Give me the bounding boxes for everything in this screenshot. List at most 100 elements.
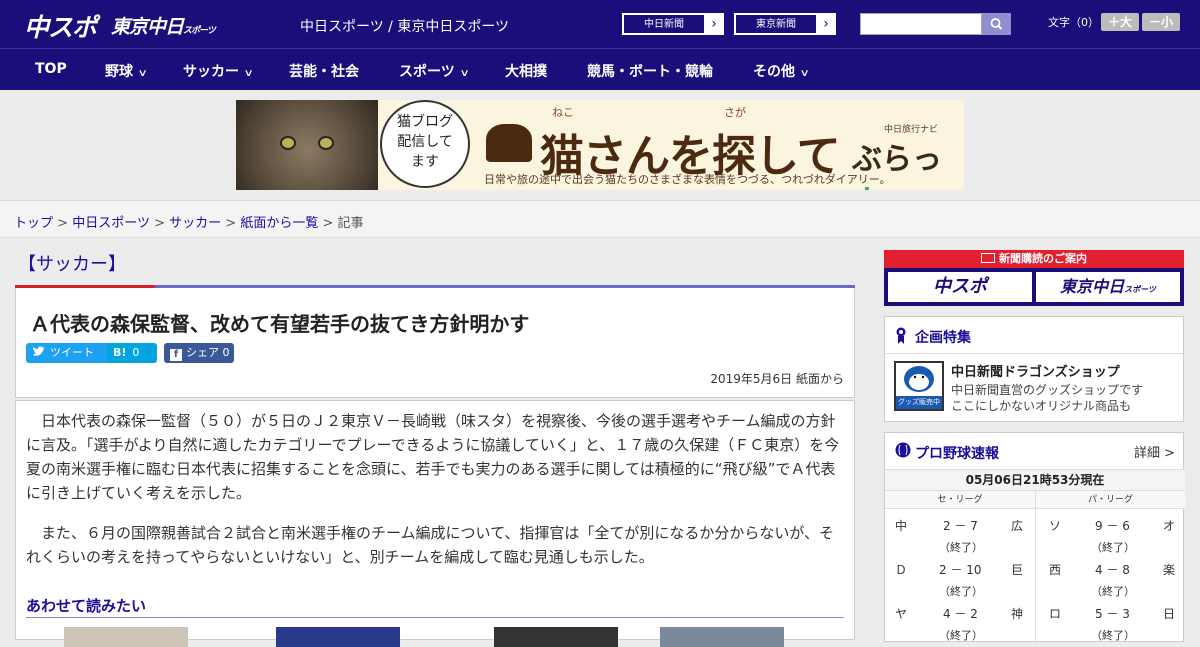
chevron-down-icon: ∨ [243,68,254,79]
chunichi-shimbun-label: 中日新聞 [623,14,705,34]
subscribe-tokyo-chunichi-logo-text: 東京中日 [1060,277,1125,296]
feature-box: 企画特集 グッズ販売中 中日新聞ドラゴンズショップ 中日新聞直営のグッズショップ… [884,316,1184,422]
team-name: 広 [1011,519,1024,533]
breadcrumb: トップ > 中日スポーツ > サッカー > 紙面から一覧 > 記事 [0,200,1200,238]
related-divider [26,617,844,618]
subscribe-tokyo-chunichi-logo[interactable]: 東京中日スポーツ [1036,272,1180,302]
subscription-box[interactable]: 新聞購読のご案内 中スポ 東京中日スポーツ [884,250,1184,306]
speech-bubble: 猫ブログ 配信して ます [380,100,470,188]
ruby-saga: さが [724,106,746,119]
shop-description-line: ここにしかないオリジナル商品も [951,399,1132,413]
tokyo-chunichi-logo[interactable]: 東京中日スポーツ [111,12,216,39]
nav-item-soccer[interactable]: サッカー ∨ [183,61,254,81]
breadcrumb-separator: > [57,216,69,231]
tokyo-shimbun-link[interactable]: 東京新聞 › [734,13,836,35]
nav-item-baseball[interactable]: 野球 ∨ [105,61,148,81]
pacific-league-header: パ・リーグ [1035,491,1185,509]
subscription-header: 新聞購読のご案内 [884,250,1184,268]
game-score[interactable]: 4 － 8 [1095,561,1130,578]
shop-description-line: 中日新聞直営のグッズショップです [951,383,1144,397]
nav-item-racing[interactable]: 競馬・ボート・競輪 [587,61,713,81]
central-league-header: セ・リーグ [885,491,1035,509]
chevron-right-icon: › [711,16,717,32]
related-thumbnail[interactable] [660,627,784,647]
baseball-more-link[interactable]: 詳細 > [1134,442,1175,461]
tweet-button[interactable]: ツイート [26,343,117,363]
baseball-icon [895,442,911,458]
dragons-shop-description: 中日新聞直営のグッズショップです ここにしかないオリジナル商品も [951,382,1143,414]
tweet-label: ツイート [50,346,94,359]
tokyo-chunichi-logo-small: スポーツ [183,26,216,36]
chevron-down-icon: ∨ [459,68,470,79]
article-header: Ａ代表の森保監督、改めて有望若手の抜てき方針明かす ツイート B! 0 f シェア … [15,288,855,398]
nav-item-label: 大相撲 [505,64,547,80]
article-body: 日本代表の森保一監督（５０）が５日のＪ２東京Ｖ－長崎戦（味スタ）を視察後、今後の… [15,400,855,647]
team-name: ロ [1049,607,1062,621]
search-icon [990,18,1003,30]
team-name: 楽 [1163,563,1176,577]
ruby-neko: ねこ [552,106,574,119]
twitter-icon [33,346,45,356]
breadcrumb-chuspo[interactable]: 中日スポーツ [72,216,150,231]
cat-eye-right [318,136,334,150]
facebook-share-button[interactable]: f シェア 0 [164,343,234,363]
nav-item-label: 競馬・ボート・競輪 [587,64,713,80]
team-name: ソ [1049,519,1062,533]
main-nav: TOP 野球 ∨ サッカー ∨ 芸能・社会 スポーツ ∨ 大相撲 競馬・ボート・競輪 … [0,48,1200,90]
ribbon-icon [896,327,906,344]
site-name: 中日スポーツ / 東京中日スポーツ [300,19,510,35]
newspaper-icon [981,253,995,263]
team-name: 中 [895,519,908,533]
related-thumbnail[interactable] [64,627,188,647]
team-name: 巨 [1011,563,1024,577]
game-status: （終了） [1091,541,1135,554]
hatena-icon: B! [113,346,127,359]
nav-item-sports[interactable]: スポーツ ∨ [399,61,470,81]
breadcrumb-top[interactable]: トップ [14,216,53,231]
chuspo-logo[interactable]: 中スポ [24,8,97,44]
game-score[interactable]: 9 － 6 [1095,517,1130,534]
nav-item-label: その他 [753,64,795,80]
tokyo-chunichi-logo-text: 東京中日 [111,16,184,38]
breadcrumb-soccer[interactable]: サッカー [169,216,221,231]
font-smaller-button[interactable]: －小 [1142,13,1180,31]
related-thumbnail[interactable] [276,627,400,647]
nav-item-label: 野球 [105,64,133,80]
search-button[interactable] [982,13,1011,35]
game-score[interactable]: 2 － 7 [943,517,978,534]
breadcrumb-paper-list[interactable]: 紙面から一覧 [240,216,318,231]
dragons-shop-link[interactable]: 中日新聞ドラゴンズショップ [951,361,1120,380]
nav-item-top[interactable]: TOP [35,61,67,77]
nav-item-label: TOP [35,61,67,77]
game-score[interactable]: 2 － 10 [939,561,982,578]
game-status: （終了） [939,629,983,642]
nav-item-other[interactable]: その他 ∨ [753,61,810,81]
league-divider [1035,509,1036,643]
cat-blog-banner[interactable]: 猫ブログ 配信して ます ねこ さが 猫さんを探して 中日旅行ナビ ぶらっ人 日… [236,100,964,190]
search-input[interactable] [860,13,982,35]
team-name: ヤ [895,607,908,621]
chevron-down-icon: ∨ [137,68,148,79]
subscribe-chuspo-logo[interactable]: 中スポ [888,272,1032,302]
nav-item-label: サッカー [183,64,239,80]
game-score[interactable]: 4 － 2 [943,605,978,622]
chevron-down-icon: ∨ [799,68,810,79]
facebook-share-label: シェア 0 [186,346,230,359]
article-category: 【サッカー】 [18,254,126,275]
feature-divider [885,353,1183,354]
font-larger-button[interactable]: ＋大 [1101,13,1139,31]
subscribe-tokyo-chunichi-logo-small: スポーツ [1124,285,1156,294]
cat-photo [236,100,378,190]
nav-item-sumo[interactable]: 大相撲 [505,61,547,81]
hatena-bookmark-button[interactable]: B! 0 [107,343,157,363]
dragons-shop-image[interactable]: グッズ販売中 [894,361,944,411]
game-score[interactable]: 5 － 3 [1095,605,1130,622]
nav-item-entertainment[interactable]: 芸能・社会 [289,61,359,81]
related-thumbnail[interactable] [494,627,618,647]
dragons-mascot-icon [904,366,934,392]
chunichi-shimbun-link[interactable]: 中日新聞 › [622,13,724,35]
nav-item-label: スポーツ [399,64,455,80]
breadcrumb-separator: > [322,216,334,231]
chevron-right-icon: › [823,16,829,32]
font-size-label: 文字（0） [1048,16,1099,29]
